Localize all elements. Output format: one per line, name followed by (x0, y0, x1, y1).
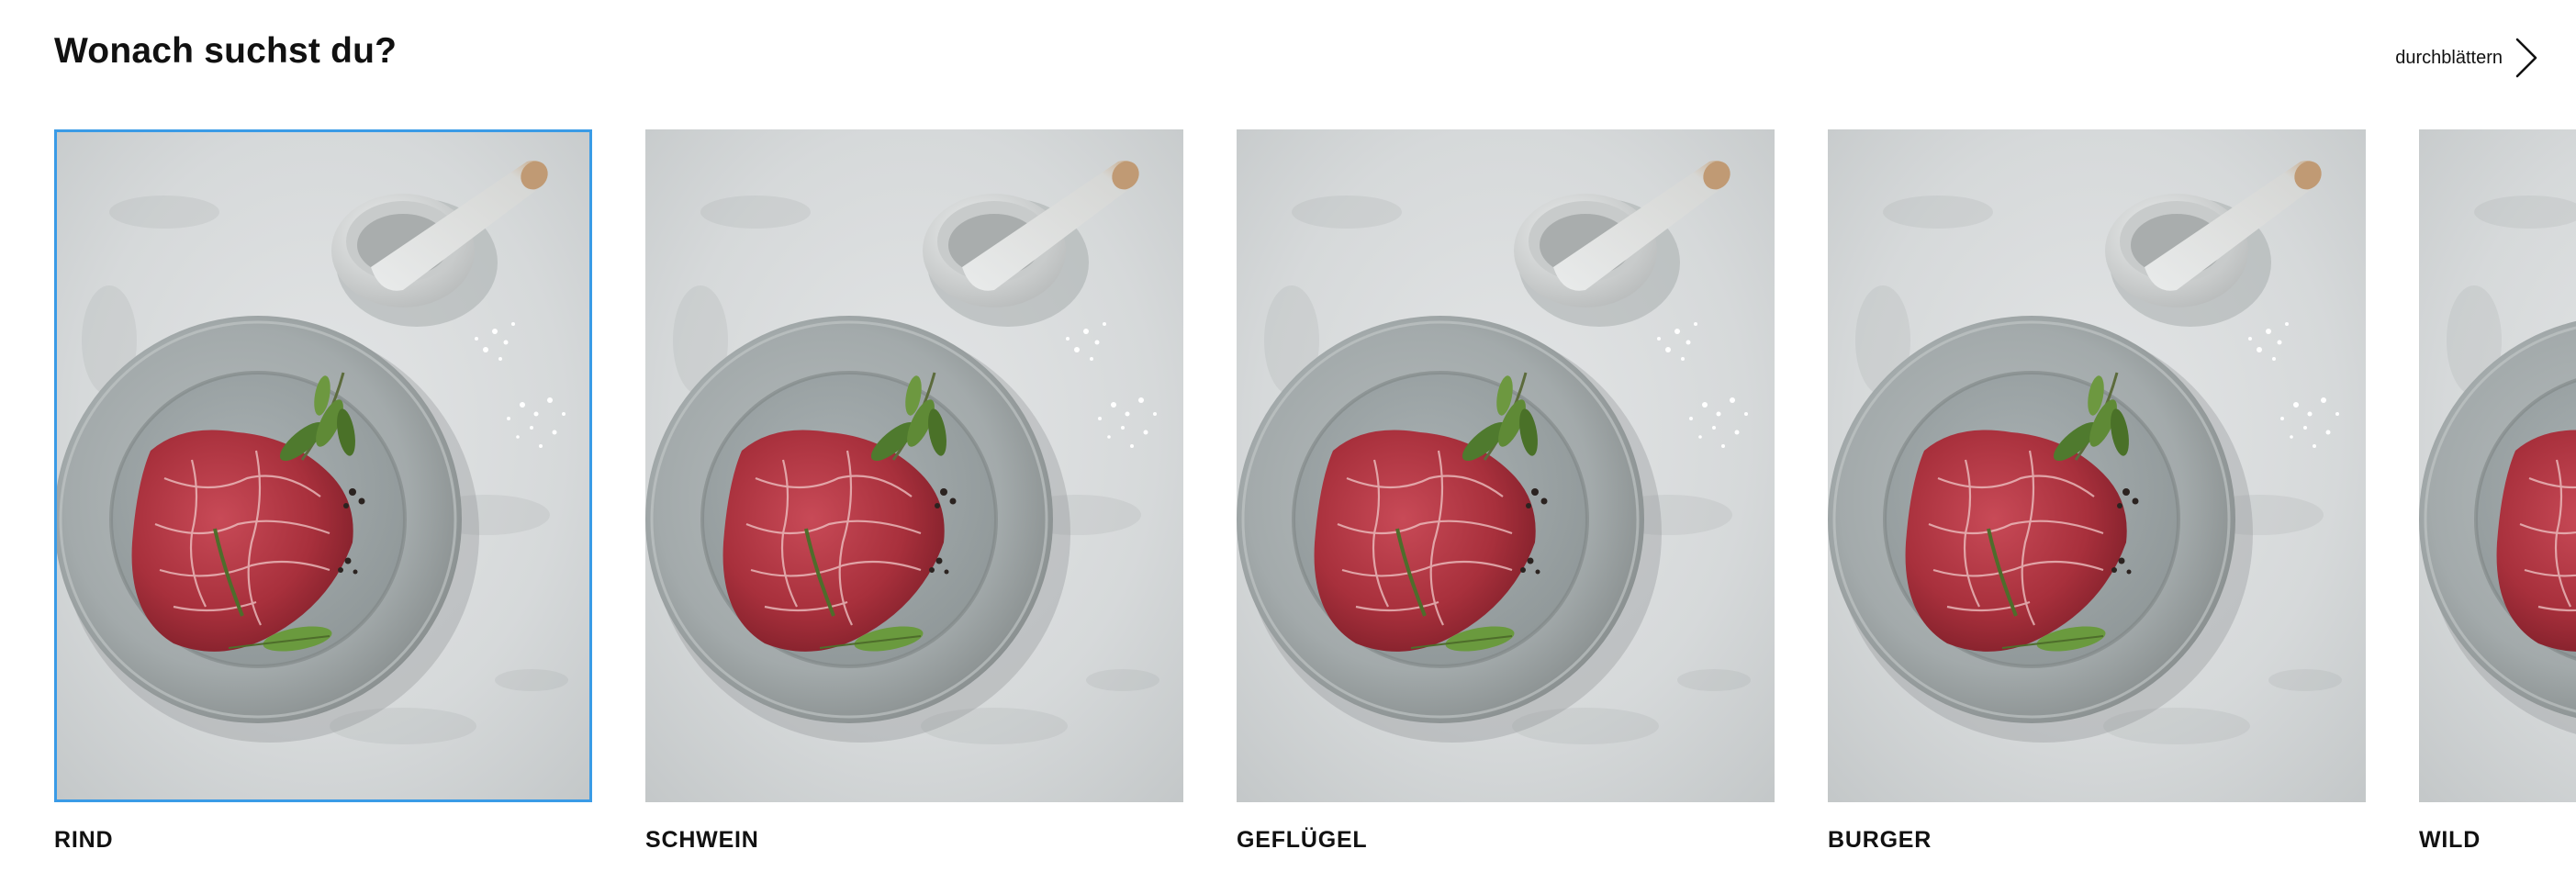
browse-label: durchblättern (2395, 47, 2503, 68)
category-image-gefluegel (1237, 129, 1775, 802)
category-image-rind (54, 129, 592, 802)
category-label-rind: RIND (54, 827, 114, 853)
category-card-wild[interactable]: WILD (2419, 129, 2576, 853)
category-label-gefluegel: GEFLÜGEL (1237, 827, 1368, 853)
category-card-schwein[interactable]: SCHWEIN (645, 129, 1183, 853)
category-carousel[interactable]: RIND SCHWEIN GEFLÜGEL BURGER WILD (0, 129, 2576, 882)
page-title: Wonach suchst du? (54, 31, 398, 71)
category-page: Wonach suchst du? durchblättern RIND SCH… (0, 0, 2576, 894)
category-image-wild (2419, 129, 2576, 802)
category-label-burger: BURGER (1828, 827, 1932, 853)
category-card-gefluegel[interactable]: GEFLÜGEL (1237, 129, 1775, 853)
category-image-schwein (645, 129, 1183, 802)
category-card-burger[interactable]: BURGER (1828, 129, 2366, 853)
category-card-rind[interactable]: RIND (54, 129, 592, 853)
category-label-wild: WILD (2419, 827, 2481, 853)
browse-link[interactable]: durchblättern (2395, 32, 2539, 83)
category-label-schwein: SCHWEIN (645, 827, 759, 853)
category-image-burger (1828, 129, 2366, 802)
chevron-right-icon (2514, 37, 2539, 79)
